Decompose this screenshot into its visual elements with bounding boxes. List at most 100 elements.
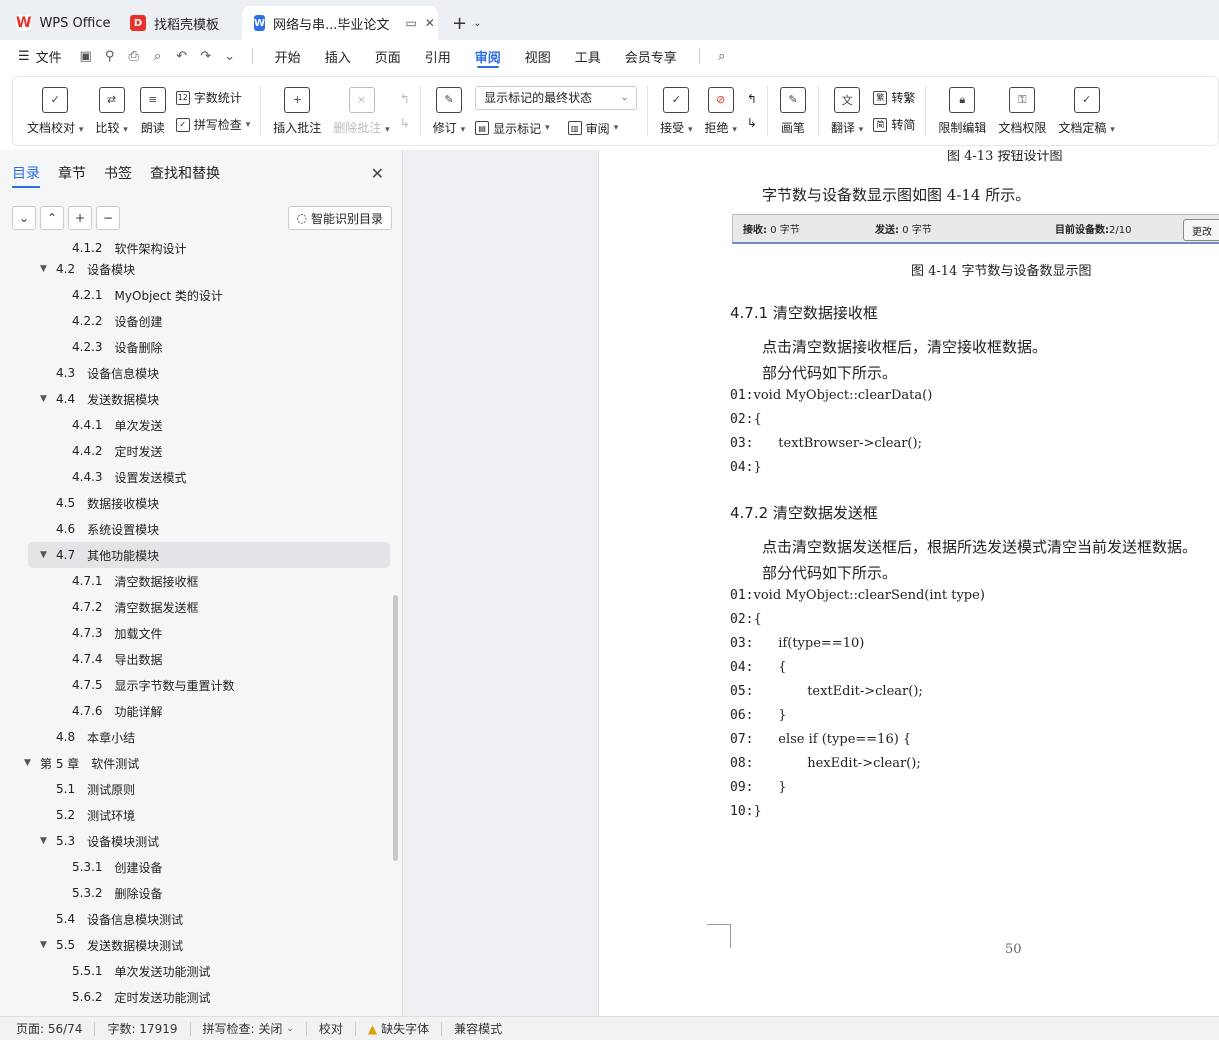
document-page[interactable]: 图 4-13 按钮设计图 字节数与设备数显示图如图 4-14 所示。 接收: 0… — [598, 150, 1219, 1016]
markup-state-select[interactable]: 显示标记的最终状态 ⌄ — [475, 85, 638, 110]
tab-toc[interactable]: 目录 — [12, 158, 40, 188]
file-menu[interactable]: ☰ 文件 — [14, 40, 74, 72]
close-panel-icon[interactable]: ✕ — [371, 164, 384, 183]
toc-item[interactable]: 5.6.2 定时发送功能测试 — [0, 984, 395, 1010]
toc-item[interactable]: ▼ 5.3 设备模块测试 — [0, 828, 395, 854]
remove-heading-button[interactable]: − — [96, 206, 120, 230]
toc-item[interactable]: 4.7.6 功能详解 — [0, 698, 395, 724]
toc-scrollbar[interactable] — [393, 595, 398, 861]
toc-item[interactable]: 5.1 测试原则 — [0, 776, 395, 802]
toc-item[interactable]: 5.4 设备信息模块测试 — [0, 906, 395, 932]
next-revision-icon[interactable]: ↳ — [747, 116, 757, 130]
expand-arrow-icon[interactable]: ▼ — [40, 550, 50, 560]
insert-comment-button[interactable]: + 插入批注 — [267, 81, 327, 141]
toc-item[interactable]: ▼ 4.2 设备模块 — [0, 256, 395, 282]
previous-comment-icon[interactable]: ↰ — [400, 92, 410, 106]
expand-arrow-icon[interactable]: ▼ — [24, 758, 34, 768]
read-aloud-button[interactable]: ≡ 朗读 — [134, 81, 172, 141]
word-count-button[interactable]: 12 字数统计 — [175, 89, 251, 106]
menu-view[interactable]: 视图 — [513, 40, 563, 72]
accept-button[interactable]: ✓ 接受 ▾ — [654, 81, 698, 141]
missing-font-indicator[interactable]: ▲ 缺失字体 — [356, 1021, 443, 1036]
show-markup-button[interactable]: 显示标记 — [493, 120, 541, 137]
menu-membership[interactable]: 会员专享 — [613, 40, 689, 72]
toc-item[interactable]: 4.4.3 设置发送模式 — [0, 464, 395, 490]
tab-chapters[interactable]: 章节 — [58, 158, 86, 188]
close-tab-icon[interactable]: ✕ — [425, 16, 435, 30]
page-indicator[interactable]: 页面: 56/74 — [16, 1021, 96, 1036]
toc-item[interactable]: 4.8 本章小结 — [0, 724, 395, 750]
toc-item[interactable]: ▼ 第 5 章软件测试 — [0, 750, 395, 776]
delete-comment-button[interactable]: × 删除批注 ▾ — [327, 81, 395, 141]
tab-find-replace[interactable]: 查找和替换 — [150, 158, 220, 188]
to-traditional-button[interactable]: 繁 转繁 — [873, 89, 915, 106]
next-comment-icon[interactable]: ↳ — [400, 116, 410, 130]
smart-toc-button[interactable]: ◌ 智能识别目录 — [287, 206, 392, 230]
tab-document[interactable]: W 网络与串...毕业论文 ▭ ✕ — [242, 6, 438, 40]
doc-proof-button[interactable]: ✓ 文档校对 ▾ — [21, 81, 89, 141]
add-heading-button[interactable]: + — [68, 206, 92, 230]
menu-references[interactable]: 引用 — [413, 40, 463, 72]
finalize-button[interactable]: ✓ 文档定稿 ▾ — [1052, 81, 1120, 141]
spell-check-button[interactable]: ✓ 拼写检查 ▾ — [175, 116, 250, 133]
menu-home[interactable]: 开始 — [263, 40, 313, 72]
toc-item[interactable]: 4.4.1 单次发送 — [0, 412, 395, 438]
proof-indicator[interactable]: 校对 — [307, 1021, 356, 1036]
undo-icon[interactable]: ↶ — [170, 44, 194, 68]
search-icon[interactable]: ⌕ — [710, 44, 734, 68]
expand-arrow-icon[interactable]: ▼ — [40, 836, 50, 846]
toc-item[interactable]: 5.3.1 创建设备 — [0, 854, 395, 880]
restrict-edit-button[interactable]: 🔒︎ 限制编辑 — [932, 81, 992, 141]
doc-permission-button[interactable]: ⚿ 文档权限 — [992, 81, 1052, 141]
menu-page[interactable]: 页面 — [363, 40, 413, 72]
print-icon[interactable]: ⎙ — [122, 44, 146, 68]
tab-wps-office[interactable]: W WPS Office — [4, 6, 114, 40]
translate-button[interactable]: 文 翻译 ▾ — [825, 81, 869, 141]
menu-insert[interactable]: 插入 — [313, 40, 363, 72]
tab-template[interactable]: D 找稻壳模板 — [118, 6, 238, 40]
toc-item[interactable]: 5.3.2 删除设备 — [0, 880, 395, 906]
reject-button[interactable]: ⊘ 拒绝 ▾ — [699, 81, 743, 141]
toc-item[interactable]: 4.2.2 设备创建 — [0, 308, 395, 334]
redo-icon[interactable]: ↷ — [194, 44, 218, 68]
print-preview-icon[interactable]: ⌕ — [146, 44, 170, 68]
tab-bookmarks[interactable]: 书签 — [104, 158, 132, 188]
toc-item[interactable]: 4.7.2 清空数据发送框 — [0, 594, 395, 620]
toc-item[interactable]: 4.5 数据接收模块 — [0, 490, 395, 516]
toc-item[interactable]: 5.2 测试环境 — [0, 802, 395, 828]
toc-item[interactable]: 4.7.5 显示字节数与重置计数 — [0, 672, 395, 698]
word-count-indicator[interactable]: 字数: 17919 — [95, 1021, 191, 1036]
menu-tools[interactable]: 工具 — [563, 40, 613, 72]
toc-item[interactable]: 4.2.1 MyObject 类的设计 — [0, 282, 395, 308]
toc-item[interactable]: 4.1.2 软件架构设计 — [0, 240, 395, 256]
save-icon[interactable]: ▣ — [74, 44, 98, 68]
toc-item[interactable]: ▼ 4.7 其他功能模块 — [28, 542, 390, 568]
toc-item[interactable]: 4.7.4 导出数据 — [0, 646, 395, 672]
share-icon[interactable]: ⚲ — [98, 44, 122, 68]
expand-down-button[interactable]: ⌄ — [12, 206, 36, 230]
toc-item[interactable]: 4.3 设备信息模块 — [0, 360, 395, 386]
window-restore-icon[interactable]: ▭ — [405, 16, 416, 30]
toc-item[interactable]: ▼ 5.5 发送数据模块测试 — [0, 932, 395, 958]
compare-button[interactable]: ⇄ 比较 ▾ — [89, 81, 133, 141]
review-pane-button[interactable]: 审阅 — [586, 120, 610, 137]
expand-arrow-icon[interactable]: ▼ — [40, 940, 50, 950]
spell-check-indicator[interactable]: 拼写检查: 关闭 ⌄ — [191, 1021, 307, 1036]
toc-item[interactable]: 5.5.1 单次发送功能测试 — [0, 958, 395, 984]
toc-item[interactable]: ▼ 4.4 发送数据模块 — [0, 386, 395, 412]
toc-item[interactable]: 4.7.3 加载文件 — [0, 620, 395, 646]
revise-button[interactable]: ✎ 修订 ▾ — [427, 81, 471, 141]
new-tab-button[interactable]: + ⌄ — [442, 6, 491, 40]
toc-item[interactable]: 4.6 系统设置模块 — [0, 516, 395, 542]
previous-revision-icon[interactable]: ↰ — [747, 92, 757, 106]
collapse-up-button[interactable]: ⌃ — [40, 206, 64, 230]
expand-arrow-icon[interactable]: ▼ — [40, 394, 50, 404]
menu-review[interactable]: 审阅 — [463, 40, 513, 72]
to-simplified-button[interactable]: 简 转简 — [873, 116, 915, 133]
toc-item[interactable]: 4.2.3 设备删除 — [0, 334, 395, 360]
toc-item[interactable]: 4.7.1 清空数据接收框 — [0, 568, 395, 594]
pen-button[interactable]: ✎ 画笔 — [774, 81, 812, 141]
quick-access-more-icon[interactable]: ⌄ — [218, 44, 242, 68]
toc-item[interactable]: 4.4.2 定时发送 — [0, 438, 395, 464]
expand-arrow-icon[interactable]: ▼ — [40, 264, 50, 274]
